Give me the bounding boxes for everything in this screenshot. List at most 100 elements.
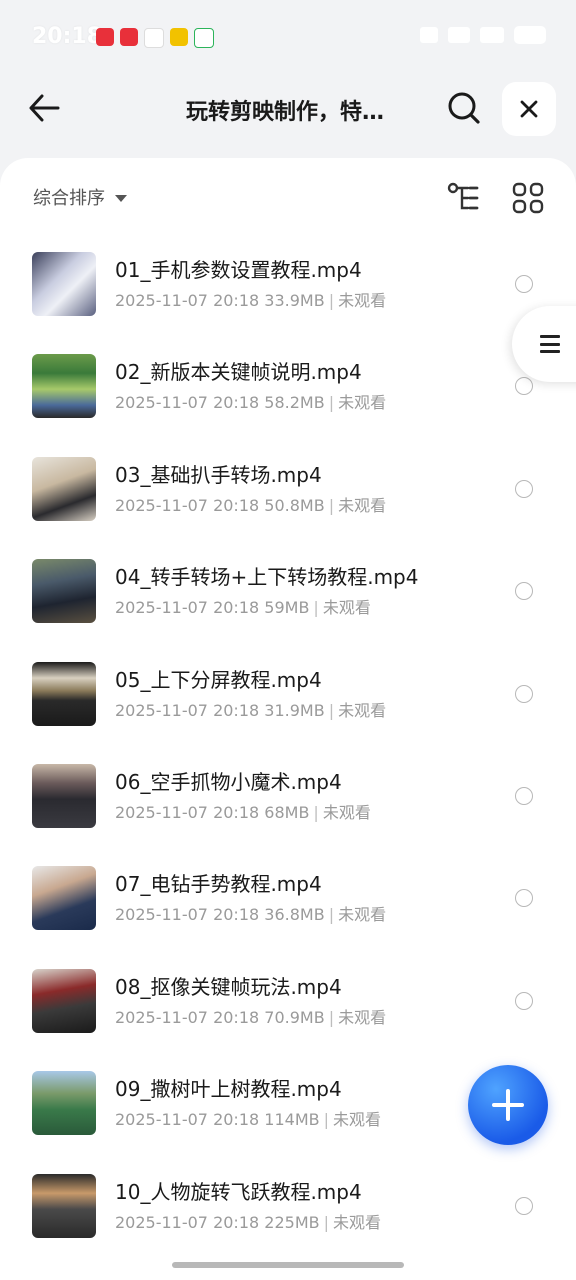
select-checkbox[interactable]	[515, 582, 533, 601]
list-item[interactable]: 07_电钻手势教程.mp4 2025-11-07 20:18 36.8MB | 未观…	[0, 848, 576, 950]
grid-view-icon	[512, 182, 544, 214]
video-thumbnail	[32, 1173, 96, 1238]
file-meta: 2025-11-07 20:18 36.8MB | 未观看	[115, 905, 387, 925]
watch-status: 未观看	[338, 905, 387, 925]
search-icon	[448, 92, 480, 124]
file-size: 58.2MB	[264, 393, 325, 413]
select-checkbox[interactable]	[515, 479, 533, 498]
close-button[interactable]	[502, 82, 556, 136]
video-thumbnail	[32, 456, 96, 521]
file-size: 70.9MB	[264, 1007, 325, 1027]
file-name: 06_空手抓物小魔术.mp4	[115, 769, 342, 794]
back-button[interactable]	[20, 84, 68, 132]
file-meta: 2025-11-07 20:18 70.9MB | 未观看	[115, 1007, 387, 1027]
file-size: 68MB	[264, 802, 310, 822]
file-meta: 2025-11-07 20:18 50.8MB | 未观看	[115, 495, 387, 515]
notification-icons	[96, 28, 214, 48]
file-date: 2025-11-07 20:18	[115, 700, 260, 720]
cloud-drive-folder-screen: 20:18 玩转剪映制作，特… 综合排序 01_手机参数设置教程.mp4 202…	[0, 0, 576, 1280]
file-meta: 2025-11-07 20:18 58.2MB | 未观看	[115, 393, 387, 413]
watch-status: 未观看	[338, 291, 387, 310]
file-date: 2025-11-07 20:18	[115, 905, 260, 925]
file-name: 09_撒树叶上树教程.mp4	[115, 1077, 342, 1102]
video-thumbnail	[32, 1071, 96, 1136]
list-item[interactable]: 04_转手转场+上下转场教程.mp4 2025-11-07 20:18 59MB…	[0, 541, 576, 643]
status-time: 20:18	[32, 24, 103, 49]
file-size: 36.8MB	[264, 905, 325, 925]
select-checkbox[interactable]	[515, 377, 533, 396]
file-meta: 2025-11-07 20:18 225MB | 未观看	[115, 1212, 382, 1232]
header: 玩转剪映制作，特…	[0, 76, 576, 156]
list-item[interactable]: 02_新版本关键帧说明.mp4 2025-11-07 20:18 58.2MB |…	[0, 336, 576, 438]
file-size: 31.9MB	[264, 700, 325, 720]
signal-icon	[480, 27, 504, 43]
list-item[interactable]: 03_基础扒手转场.mp4 2025-11-07 20:18 50.8MB | 未观…	[0, 439, 576, 541]
file-date: 2025-11-07 20:18	[115, 1212, 260, 1232]
file-size: 50.8MB	[264, 495, 325, 515]
status-bar: 20:18	[0, 0, 576, 76]
nfc-icon	[420, 27, 438, 43]
select-checkbox[interactable]	[515, 786, 533, 805]
video-thumbnail	[32, 763, 96, 828]
list-item[interactable]: 06_空手抓物小魔术.mp4 2025-11-07 20:18 68MB | 未观看	[0, 746, 576, 848]
watch-status: 未观看	[322, 598, 371, 618]
list-item[interactable]: 05_上下分屏教程.mp4 2025-11-07 20:18 31.9MB | 未观…	[0, 644, 576, 746]
list-item[interactable]: 10_人物旋转飞跃教程.mp4 2025-11-07 20:18 225MB | 未…	[0, 1156, 576, 1258]
file-meta: 2025-11-07 20:18 114MB | 未观看	[115, 1110, 382, 1130]
select-checkbox[interactable]	[515, 275, 533, 293]
caret-down-icon	[115, 194, 127, 202]
file-date: 2025-11-07 20:18	[115, 1110, 260, 1130]
page-title: 玩转剪映制作，特…	[185, 100, 384, 125]
watch-status: 未观看	[322, 802, 371, 822]
file-meta: 2025-11-07 20:18 59MB | 未观看	[115, 598, 371, 618]
mail-icon	[170, 28, 188, 46]
xiaohongshu-icon	[96, 28, 114, 46]
watch-status: 未观看	[338, 495, 387, 515]
network-speed-icon	[448, 27, 470, 43]
recycle-icon	[194, 28, 214, 48]
watch-status: 未观看	[338, 700, 387, 720]
file-meta: 2025-11-07 20:18 33.9MB | 未观看	[115, 291, 387, 310]
video-thumbnail	[32, 661, 96, 726]
video-thumbnail	[32, 354, 96, 419]
add-button[interactable]	[468, 1065, 548, 1145]
close-icon	[520, 100, 538, 118]
select-checkbox[interactable]	[515, 1196, 533, 1215]
file-size: 225MB	[264, 1212, 320, 1232]
file-meta: 2025-11-07 20:18 68MB | 未观看	[115, 802, 371, 822]
tree-view-button[interactable]	[446, 180, 482, 216]
grid-view-button[interactable]	[510, 180, 546, 216]
video-thumbnail	[32, 866, 96, 931]
file-name: 02_新版本关键帧说明.mp4	[115, 360, 362, 385]
file-date: 2025-11-07 20:18	[115, 495, 260, 515]
video-thumbnail	[32, 252, 96, 316]
file-name: 07_电钻手势教程.mp4	[115, 872, 322, 897]
file-name: 04_转手转场+上下转场教程.mp4	[115, 565, 419, 590]
search-button[interactable]	[440, 84, 488, 132]
status-indicators	[420, 26, 546, 44]
file-date: 2025-11-07 20:18	[115, 802, 260, 822]
select-checkbox[interactable]	[515, 991, 533, 1010]
sort-dropdown[interactable]: 综合排序	[33, 184, 127, 210]
file-name: 10_人物旋转飞跃教程.mp4	[115, 1179, 362, 1204]
sort-label: 综合排序	[33, 188, 105, 209]
file-name: 03_基础扒手转场.mp4	[115, 462, 322, 487]
tree-structure-icon	[447, 182, 479, 210]
list-item[interactable]: 08_抠像关键帧玩法.mp4 2025-11-07 20:18 70.9MB | 未…	[0, 951, 576, 1053]
file-name: 05_上下分屏教程.mp4	[115, 667, 322, 692]
file-name: 08_抠像关键帧玩法.mp4	[115, 974, 342, 999]
plus-icon	[492, 1089, 524, 1121]
watch-status: 未观看	[333, 1212, 382, 1232]
file-size: 59MB	[264, 598, 310, 618]
file-date: 2025-11-07 20:18	[115, 1007, 260, 1027]
file-size: 33.9MB	[264, 291, 325, 310]
select-checkbox[interactable]	[515, 889, 533, 908]
select-checkbox[interactable]	[515, 684, 533, 703]
watch-status: 未观看	[338, 393, 387, 413]
file-size: 114MB	[264, 1110, 320, 1130]
video-thumbnail	[32, 968, 96, 1033]
home-indicator[interactable]	[172, 1262, 404, 1268]
battery-icon	[514, 26, 546, 44]
file-date: 2025-11-07 20:18	[115, 598, 260, 618]
list-item[interactable]: 01_手机参数设置教程.mp4 2025-11-07 20:18 33.9MB |…	[0, 234, 576, 336]
